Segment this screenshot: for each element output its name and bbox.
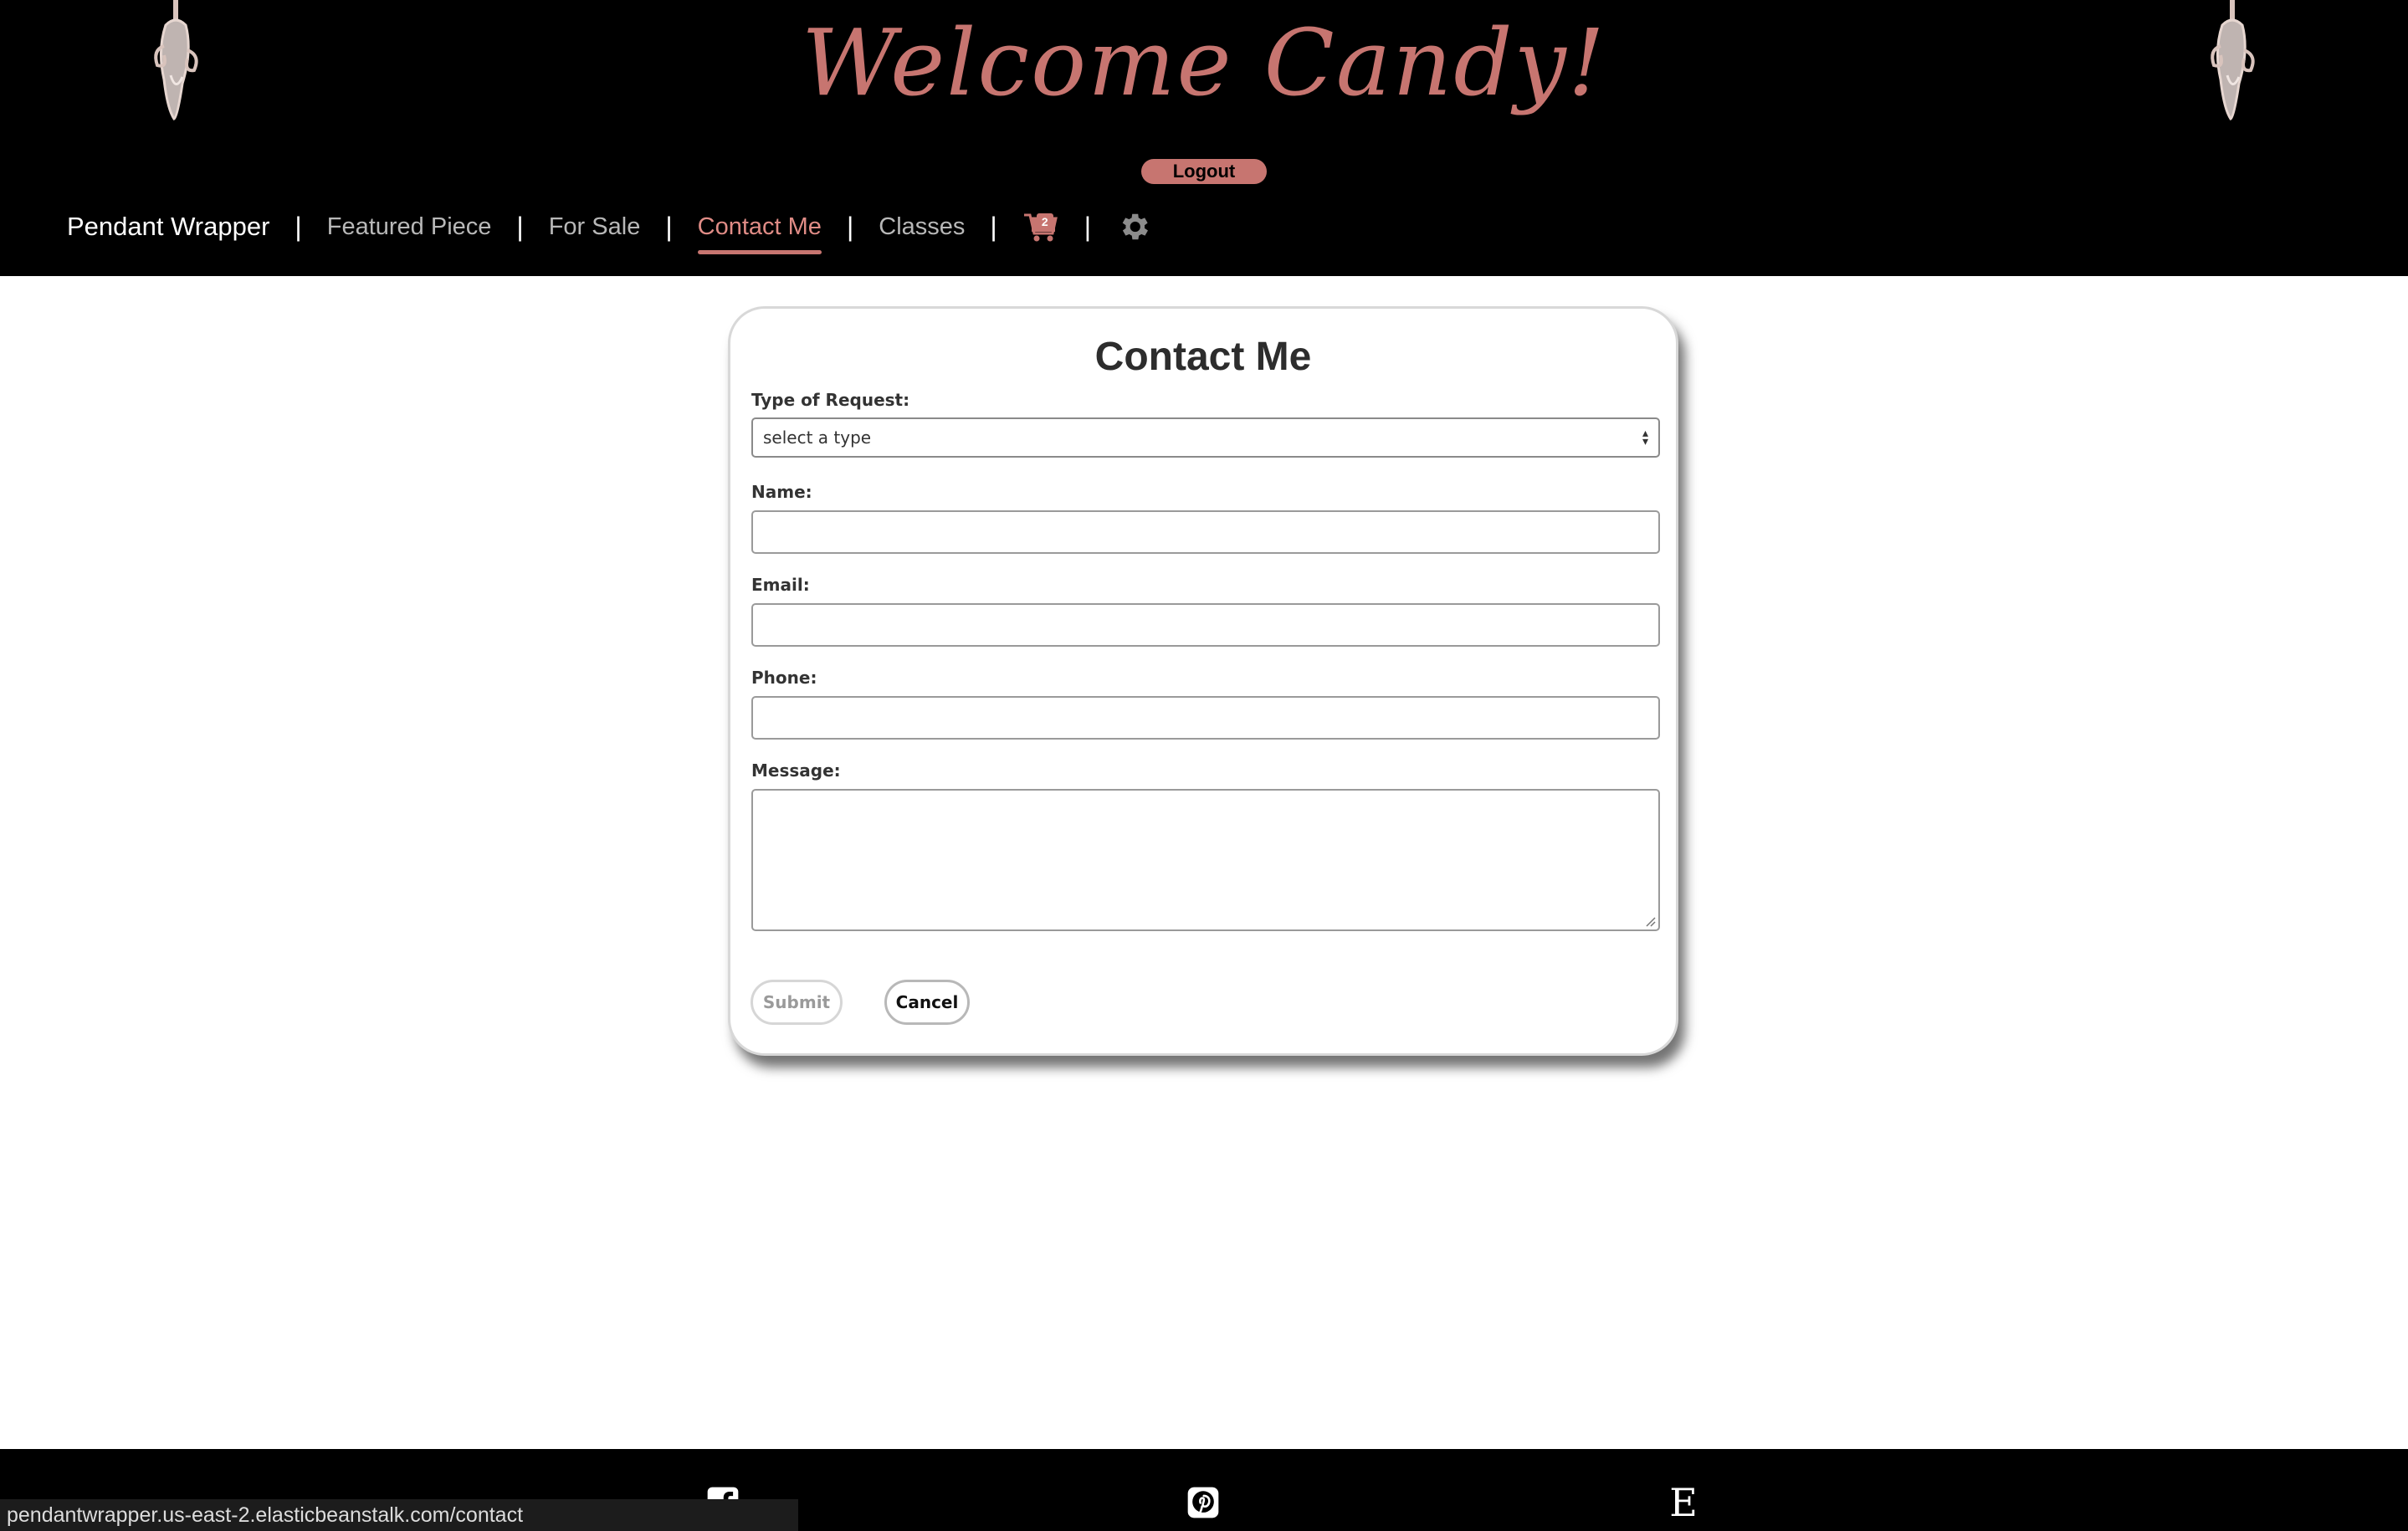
nav-for-sale[interactable]: For Sale bbox=[549, 213, 641, 241]
browser-status-url: pendantwrapper.us-east-2.elasticbeanstal… bbox=[0, 1499, 798, 1531]
nav-featured-piece[interactable]: Featured Piece bbox=[327, 213, 492, 241]
email-input[interactable] bbox=[751, 603, 1660, 647]
contact-form-card: Contact Me Type of Request: select a typ… bbox=[728, 306, 1678, 1056]
type-of-request-label: Type of Request: bbox=[751, 390, 910, 410]
cancel-button[interactable]: Cancel bbox=[884, 980, 970, 1025]
nav-classes[interactable]: Classes bbox=[879, 213, 965, 241]
nav-separator: | bbox=[846, 211, 854, 242]
welcome-heading: Welcome Candy! bbox=[802, 9, 1606, 116]
resize-handle-icon[interactable] bbox=[1644, 915, 1656, 927]
submit-button[interactable]: Submit bbox=[751, 980, 843, 1025]
etsy-icon[interactable]: E bbox=[1665, 1483, 1702, 1522]
pinterest-icon[interactable] bbox=[1185, 1484, 1222, 1521]
nav-separator: | bbox=[1084, 211, 1092, 242]
cart-button[interactable]: 2 bbox=[1022, 210, 1059, 243]
nav-separator: | bbox=[295, 211, 302, 242]
site-header: Welcome Candy! Logout Pendant Wrapper | … bbox=[0, 0, 2408, 276]
message-textarea[interactable] bbox=[751, 789, 1660, 931]
phone-input[interactable] bbox=[751, 696, 1660, 740]
nav-separator: | bbox=[665, 211, 673, 242]
message-label: Message: bbox=[751, 760, 841, 781]
type-select-value: select a type bbox=[763, 428, 872, 448]
logout-button[interactable]: Logout bbox=[1141, 159, 1267, 184]
nav-separator: | bbox=[516, 211, 524, 242]
phone-label: Phone: bbox=[751, 668, 817, 688]
email-label: Email: bbox=[751, 575, 810, 595]
brand-link[interactable]: Pendant Wrapper bbox=[67, 212, 269, 242]
gear-icon[interactable] bbox=[1116, 209, 1151, 244]
name-input[interactable] bbox=[751, 510, 1660, 554]
type-of-request-select[interactable]: select a type ▴ ▾ bbox=[751, 417, 1660, 458]
name-label: Name: bbox=[751, 482, 812, 502]
nav-separator: | bbox=[990, 211, 997, 242]
cart-count-badge: 2 bbox=[1036, 213, 1053, 230]
main-nav: Pendant Wrapper | Featured Piece | For S… bbox=[67, 197, 1151, 256]
nav-contact-me[interactable]: Contact Me bbox=[697, 213, 822, 254]
select-arrows-icon: ▴ ▾ bbox=[1642, 427, 1648, 448]
form-title: Contact Me bbox=[1094, 335, 1312, 379]
